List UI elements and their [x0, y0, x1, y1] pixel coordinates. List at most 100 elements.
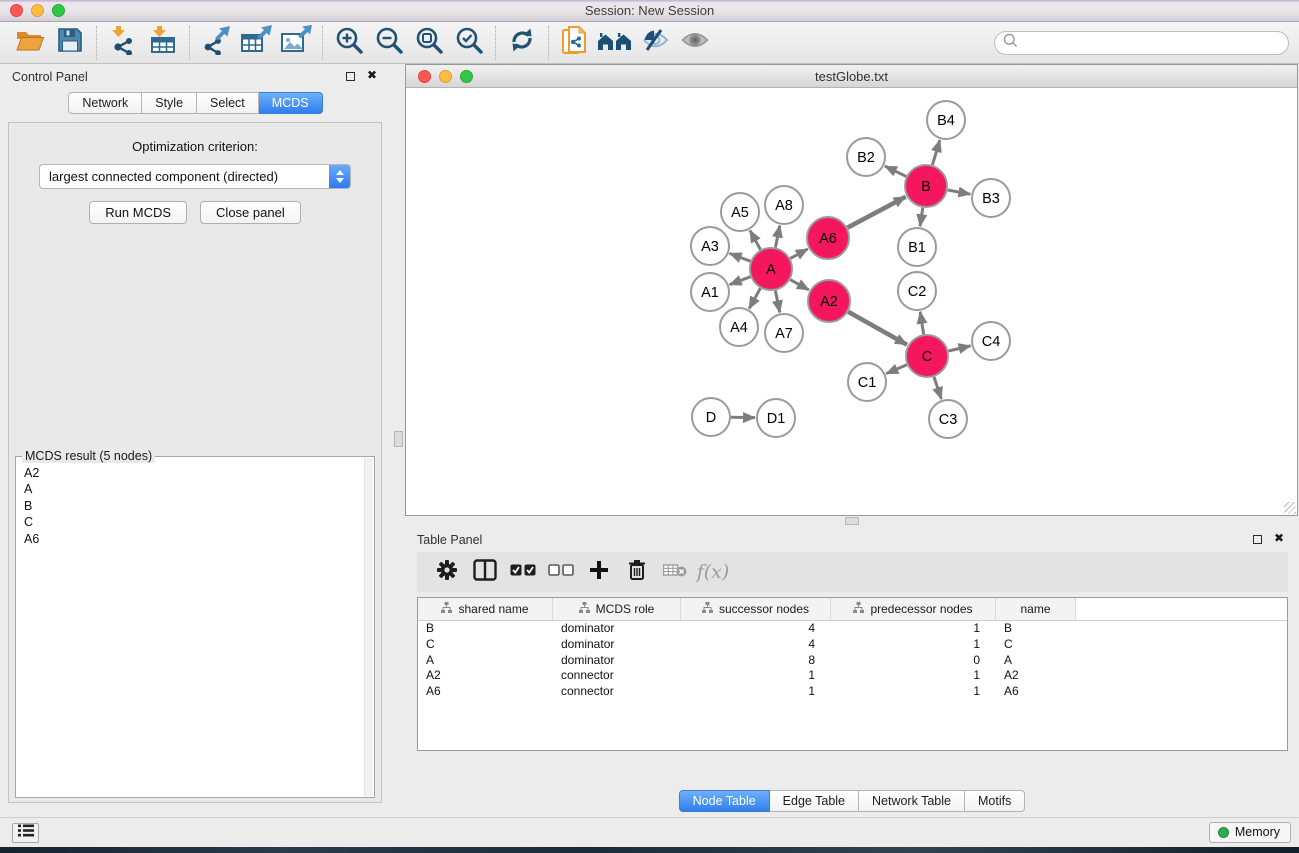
node-A1[interactable]: A1 [691, 273, 729, 311]
node-A5[interactable]: A5 [721, 193, 759, 231]
svg-text:A: A [766, 262, 776, 278]
table-cell: connector [553, 668, 681, 684]
table-row[interactable]: A2connector11A2 [418, 668, 1287, 684]
node-C3[interactable]: C3 [929, 400, 967, 438]
column-header-MCDS-role[interactable]: MCDS role [553, 598, 681, 620]
show-all-button[interactable] [675, 25, 715, 61]
search-box [994, 31, 1289, 55]
import-table-button[interactable] [143, 25, 183, 61]
column-header-predecessor-nodes[interactable]: predecessor nodes [831, 598, 996, 620]
network-canvas[interactable]: B4 B2 B B3 A5A8A6 B1 A3 A C2 A1 A2 A4A7 C C4 C1 C3 D D1 [406, 88, 1297, 515]
node-A4[interactable]: A4 [720, 308, 758, 346]
edge-A6-B [847, 197, 905, 228]
close-panel-button[interactable]: Close panel [200, 201, 301, 224]
function-builder-button[interactable]: f(x) [701, 558, 725, 586]
open-session-button[interactable] [10, 25, 50, 61]
task-history-button[interactable] [12, 823, 39, 843]
node-C2[interactable]: C2 [898, 272, 936, 310]
node-A[interactable]: A [750, 248, 792, 290]
column-header-successor-nodes[interactable]: successor nodes [681, 598, 831, 620]
result-item[interactable]: A6 [24, 531, 362, 547]
search-input[interactable] [1018, 33, 1288, 53]
node-D[interactable]: D [692, 398, 730, 436]
first-neighbors-button[interactable] [595, 25, 635, 61]
node-A7[interactable]: A7 [765, 314, 803, 352]
node-B1[interactable]: B1 [898, 228, 936, 266]
clone-network-button[interactable] [555, 25, 595, 61]
window-resize-grip[interactable] [1284, 502, 1296, 514]
tab-mcds[interactable]: MCDS [259, 92, 323, 114]
tab-network[interactable]: Network [68, 92, 142, 114]
table-tab-network-table[interactable]: Network Table [859, 790, 965, 812]
table-cell: 1 [831, 668, 996, 684]
table-row[interactable]: A6connector11A6 [418, 684, 1287, 700]
deselect-all-columns-button[interactable] [549, 558, 573, 586]
column-header-name[interactable]: name [996, 598, 1076, 620]
result-item[interactable]: A [24, 481, 362, 497]
hide-selected-button[interactable] [635, 25, 675, 61]
zoom-fit-icon [414, 25, 444, 60]
result-item[interactable]: C [24, 514, 362, 530]
table-tab-node-table[interactable]: Node Table [679, 790, 770, 812]
result-item[interactable]: A2 [24, 465, 362, 481]
select-all-columns-button[interactable] [511, 558, 535, 586]
node-B4[interactable]: B4 [927, 101, 965, 139]
export-image-button[interactable] [276, 25, 316, 61]
tab-style[interactable]: Style [142, 92, 197, 114]
network-window-title: testGlobe.txt [406, 69, 1297, 84]
result-item[interactable]: B [24, 498, 362, 514]
float-table-panel-icon[interactable] [1253, 535, 1262, 544]
table-tab-edge-table[interactable]: Edge Table [770, 790, 859, 812]
mcds-result-list[interactable]: A2ABCA6 [24, 465, 362, 795]
columns-icon [473, 559, 497, 586]
close-table-panel-icon[interactable]: ✖ [1274, 531, 1284, 545]
save-session-button[interactable] [50, 25, 90, 61]
add-column-button[interactable] [587, 558, 611, 586]
zoom-selected-button[interactable] [449, 25, 489, 61]
vertical-splitter-grip[interactable] [394, 431, 403, 447]
node-A8[interactable]: A8 [765, 186, 803, 224]
zoom-fit-button[interactable] [409, 25, 449, 61]
zoom-out-button[interactable] [369, 25, 409, 61]
import-network-button[interactable] [103, 25, 143, 61]
refresh-view-button[interactable] [502, 25, 542, 61]
close-panel-icon[interactable]: ✖ [367, 68, 377, 82]
svg-text:B4: B4 [937, 113, 955, 129]
node-A3[interactable]: A3 [691, 227, 729, 265]
zoom-in-button[interactable] [329, 25, 369, 61]
node-B2[interactable]: B2 [847, 138, 885, 176]
export-network-button[interactable] [196, 25, 236, 61]
node-A2[interactable]: A2 [808, 280, 850, 322]
table-tab-motifs[interactable]: Motifs [965, 790, 1025, 812]
node-A6[interactable]: A6 [807, 217, 849, 259]
node-C1[interactable]: C1 [848, 363, 886, 401]
table-row[interactable]: Bdominator41B [418, 621, 1287, 637]
node-C4[interactable]: C4 [972, 322, 1010, 360]
export-table-button[interactable] [236, 25, 276, 61]
open-folder-icon [15, 27, 45, 58]
memory-button[interactable]: Memory [1209, 822, 1291, 843]
network-graph[interactable]: B4 B2 B B3 A5A8A6 B1 A3 A C2 A1 A2 A4A7 C C4 C1 C3 D D1 [406, 88, 1297, 515]
table-row[interactable]: Adominator80A [418, 653, 1287, 669]
show-columns-button[interactable] [473, 558, 497, 586]
hierarchy-icon [441, 602, 452, 616]
edge-C-C3 [934, 377, 941, 399]
delete-column-button[interactable] [625, 558, 649, 586]
node-B[interactable]: B [905, 165, 947, 207]
node-C[interactable]: C [906, 335, 948, 377]
optimization-criterion-dropdown[interactable]: largest connected component (directed) [39, 164, 351, 189]
svg-text:C4: C4 [982, 334, 1001, 350]
zoom-selected-icon [454, 25, 484, 60]
node-D1[interactable]: D1 [757, 399, 795, 437]
column-header-shared-name[interactable]: shared name [418, 598, 553, 620]
tab-select[interactable]: Select [197, 92, 259, 114]
edge-C-C1 [886, 365, 907, 374]
horizontal-splitter-grip[interactable] [845, 517, 859, 525]
float-panel-icon[interactable] [346, 72, 355, 81]
result-list-scrollbar[interactable] [364, 458, 373, 796]
run-mcds-button[interactable]: Run MCDS [89, 201, 187, 224]
table-settings-button[interactable] [435, 558, 459, 586]
delete-table-button[interactable] [663, 558, 687, 586]
node-B3[interactable]: B3 [972, 179, 1010, 217]
table-row[interactable]: Cdominator41C [418, 637, 1287, 653]
